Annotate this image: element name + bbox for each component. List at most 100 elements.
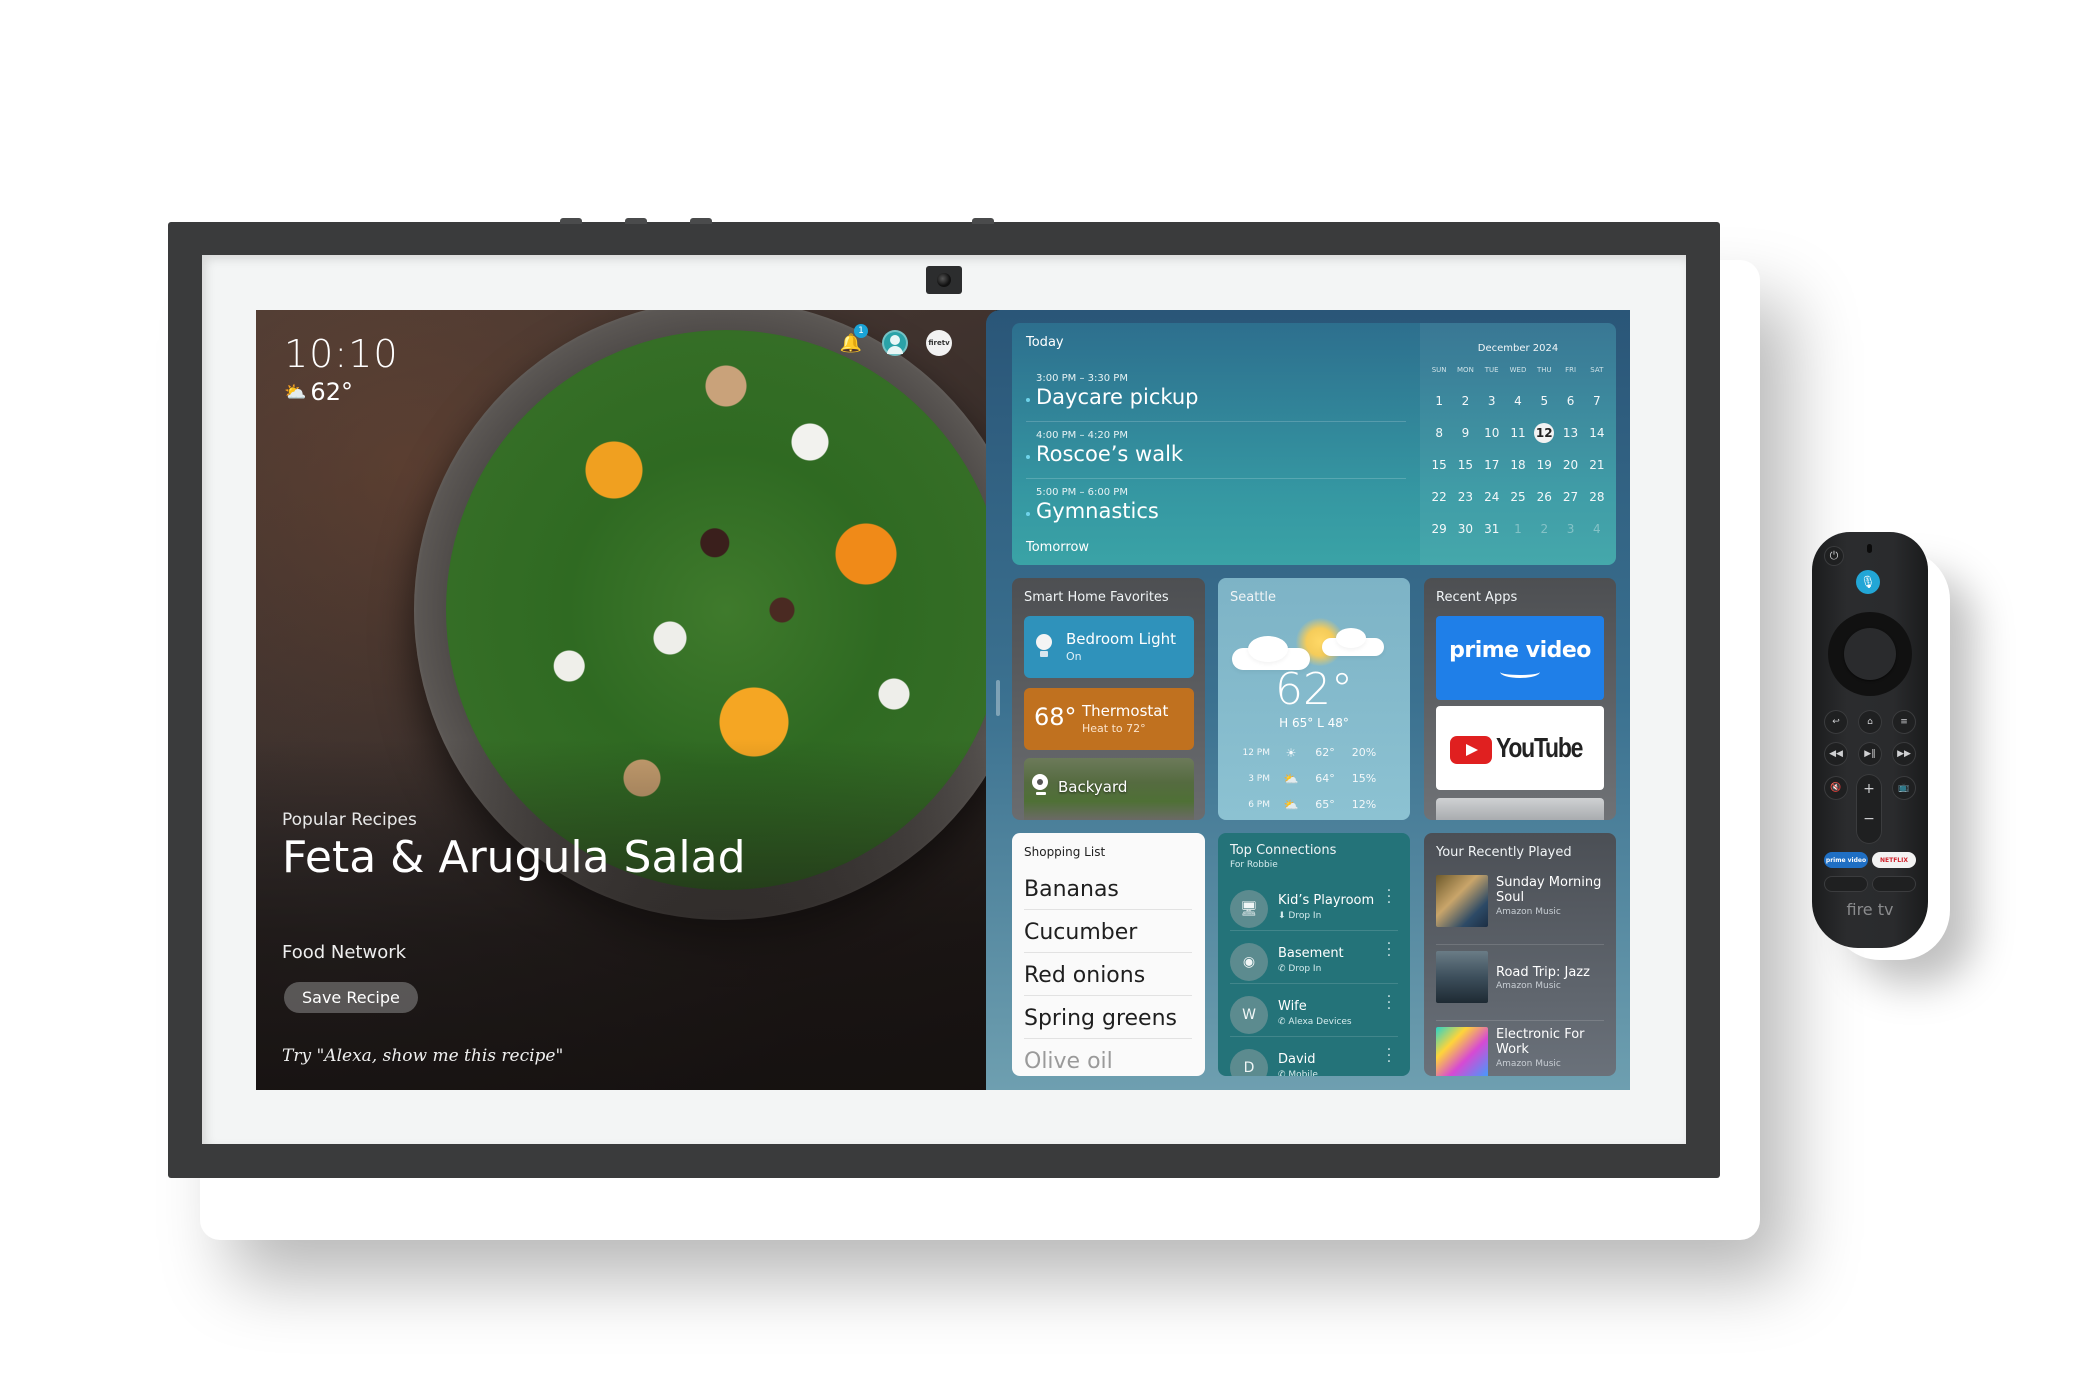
camera-shutter-button[interactable] [972, 218, 994, 224]
calendar-day[interactable]: 8 [1426, 417, 1452, 449]
calendar-day[interactable]: 13 [1557, 417, 1583, 449]
calendar-day[interactable]: 3 [1479, 385, 1505, 417]
select-button[interactable] [1844, 628, 1896, 680]
calendar-day[interactable]: 31 [1479, 513, 1505, 545]
calendar-day[interactable]: 7 [1584, 385, 1610, 417]
calendar-day[interactable]: 4 [1584, 513, 1610, 545]
calendar-day[interactable]: 23 [1452, 481, 1478, 513]
fast-forward-icon[interactable]: ▶▶ [1892, 742, 1916, 766]
bell-icon[interactable]: 🔔 1 [838, 324, 868, 356]
calendar-day[interactable]: 6 [1557, 385, 1583, 417]
partly-cloudy-icon: ⛅ [1283, 798, 1299, 812]
firetv-logo: fire tv [1846, 900, 1894, 919]
calendar-day[interactable]: 2 [1452, 385, 1478, 417]
live-tv-icon[interactable]: 📺 [1892, 776, 1916, 800]
list-item[interactable]: Cucumber [1024, 910, 1192, 953]
frame-button[interactable] [625, 218, 647, 224]
calendar-day[interactable]: 22 [1426, 481, 1452, 513]
prime-video-button[interactable]: prime video [1824, 852, 1868, 868]
calendar-card[interactable]: Today 3:00 PM – 3:30 PM Daycare pickup 4… [1012, 323, 1616, 565]
month-calendar: December 2024 SUN MON TUE WED THU FRI SAT 1 2 3 4 5… [1420, 323, 1616, 565]
event-item[interactable]: 3:00 PM – 3:30 PM Daycare pickup [1026, 365, 1406, 422]
backyard-camera-tile[interactable]: Backyard [1024, 758, 1194, 820]
calendar-day-selected[interactable]: 12 [1531, 417, 1557, 449]
next-app-tile[interactable] [1436, 798, 1604, 820]
contact-item[interactable]: D David ✆ Mobile · · · [1230, 1037, 1398, 1076]
list-item[interactable]: Bananas [1024, 867, 1192, 910]
netflix-button[interactable]: NETFLIX [1872, 852, 1916, 868]
thermostat-tile[interactable]: 68° Thermostat Heat to 72° [1024, 688, 1194, 750]
calendar-day[interactable]: 24 [1479, 481, 1505, 513]
track-item[interactable]: Road Trip: Jazz Amazon Music [1436, 945, 1604, 1021]
rewind-icon[interactable]: ◀◀ [1824, 742, 1848, 766]
calendar-day[interactable]: 2 [1531, 513, 1557, 545]
widgets-panel: Today 3:00 PM – 3:30 PM Daycare pickup 4… [986, 310, 1630, 1090]
calendar-day[interactable]: 14 [1584, 417, 1610, 449]
calendar-day[interactable]: 29 [1426, 513, 1452, 545]
volume-up-icon[interactable]: + [1856, 774, 1882, 804]
calendar-day[interactable]: 30 [1452, 513, 1478, 545]
volume-down-icon[interactable]: − [1856, 804, 1882, 834]
track-item[interactable]: Electronic For Work Amazon Music [1436, 1021, 1604, 1076]
calendar-day[interactable]: 4 [1505, 385, 1531, 417]
calendar-day[interactable]: 11 [1505, 417, 1531, 449]
calendar-day[interactable]: 17 [1479, 449, 1505, 481]
app-shortcut-button[interactable] [1872, 876, 1916, 892]
today-label: Today [1026, 335, 1064, 350]
calendar-day[interactable]: 15 [1452, 449, 1478, 481]
play-pause-icon[interactable]: ▶‖ [1858, 742, 1882, 766]
list-item[interactable]: Spring greens [1024, 996, 1192, 1039]
track-item[interactable]: Sunday Morning Soul Amazon Music [1436, 869, 1604, 945]
calendar-day[interactable]: 1 [1426, 385, 1452, 417]
shopping-list-card[interactable]: Shopping List Bananas Cucumber Red onion… [1012, 833, 1205, 1076]
calendar-day[interactable]: 15 [1426, 449, 1452, 481]
frame-button[interactable] [560, 218, 582, 224]
frame-button[interactable] [690, 218, 712, 224]
event-item[interactable]: 5:00 PM – 6:00 PM Gymnastics [1026, 479, 1406, 536]
volume-rocker[interactable]: + − [1856, 774, 1882, 844]
forecast-precip: 20% [1351, 746, 1377, 759]
prime-video-app[interactable]: prime video [1436, 616, 1604, 700]
bedroom-light-tile[interactable]: Bedroom Light On [1024, 616, 1194, 678]
contact-item[interactable]: ◉ Basement ✆ Drop In · · · [1230, 931, 1398, 984]
list-item[interactable]: Olive oil [1024, 1039, 1192, 1076]
more-options-icon[interactable]: · · · [1386, 990, 1392, 1016]
calendar-day[interactable]: 28 [1584, 481, 1610, 513]
save-recipe-button[interactable]: Save Recipe [284, 982, 418, 1013]
calendar-day[interactable]: 26 [1531, 481, 1557, 513]
back-icon[interactable]: ↩ [1824, 710, 1848, 734]
contact-item[interactable]: 🖥 Kid’s Playroom ⬇ Drop In · · · [1230, 878, 1398, 931]
calendar-day[interactable]: 10 [1479, 417, 1505, 449]
more-options-icon[interactable]: · · · [1386, 937, 1392, 963]
calendar-day[interactable]: 5 [1531, 385, 1557, 417]
youtube-app[interactable]: YouTube [1436, 706, 1604, 790]
contact-item[interactable]: W Wife ✆ Alexa Devices · · · [1230, 984, 1398, 1037]
calendar-day[interactable]: 3 [1557, 513, 1583, 545]
menu-icon[interactable]: ≡ [1892, 710, 1916, 734]
power-icon[interactable]: ⏻ [1824, 546, 1844, 566]
calendar-day[interactable]: 25 [1505, 481, 1531, 513]
firetv-icon[interactable]: firetv [926, 330, 952, 356]
connections-subtitle: For Robbie [1230, 860, 1278, 870]
calendar-day[interactable]: 20 [1557, 449, 1583, 481]
mute-icon[interactable]: 🔇 [1824, 776, 1848, 800]
panel-drag-handle[interactable] [996, 680, 1000, 716]
more-options-icon[interactable]: · · · [1386, 884, 1392, 910]
weather-card[interactable]: Seattle 62° H 65° L 48° 12 PM ☀ 62° 20% … [1218, 578, 1410, 820]
calendar-day[interactable]: 9 [1452, 417, 1478, 449]
app-shortcut-button[interactable] [1824, 876, 1868, 892]
home-icon[interactable]: ⌂ [1858, 710, 1882, 734]
profile-avatar-icon[interactable] [882, 330, 908, 356]
calendar-day[interactable]: 1 [1505, 513, 1531, 545]
current-weather[interactable]: ⛅ 62° [284, 378, 353, 406]
list-item[interactable]: Red onions [1024, 953, 1192, 996]
microphone-icon[interactable]: 🎙 [1856, 570, 1880, 594]
calendar-day[interactable]: 27 [1557, 481, 1583, 513]
event-item[interactable]: 4:00 PM – 4:20 PM Roscoe’s walk [1026, 422, 1406, 479]
calendar-day[interactable]: 21 [1584, 449, 1610, 481]
calendar-day[interactable]: 18 [1505, 449, 1531, 481]
calendar-day[interactable]: 19 [1531, 449, 1557, 481]
recipe-hero[interactable]: 10:10 ⛅ 62° 🔔 1 firetv Popular Recipes F… [256, 310, 996, 1090]
youtube-play-icon [1450, 736, 1492, 764]
more-options-icon[interactable]: · · · [1386, 1043, 1392, 1069]
